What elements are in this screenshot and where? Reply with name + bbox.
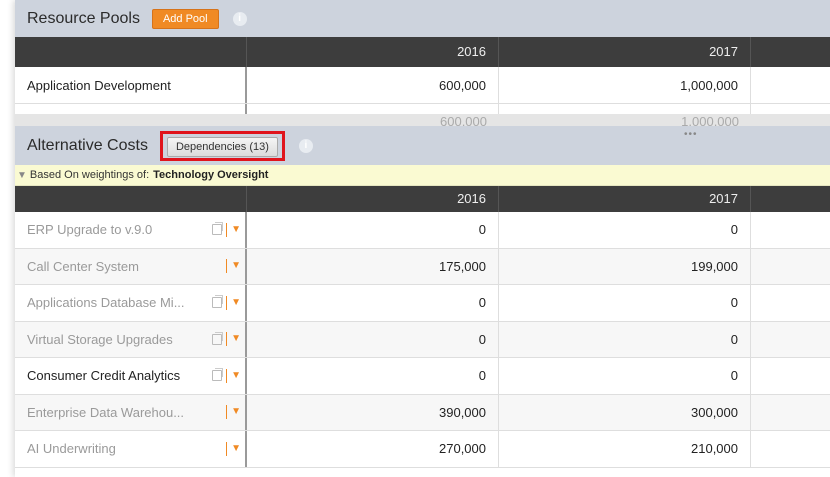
alternative-costs-header: Alternative Costs Dependencies (13) i <box>15 126 830 165</box>
cost-value-2016[interactable]: 390,000 <box>247 394 499 430</box>
chevron-down-icon[interactable]: ▼ <box>231 224 241 235</box>
filter-icon: ▼ <box>17 169 27 181</box>
filter-prefix: Based On weightings of: <box>29 169 150 181</box>
alternative-costs-title: Alternative Costs <box>27 136 148 154</box>
chevron-down-icon[interactable]: ▼ <box>231 443 241 454</box>
dependencies-highlight: Dependencies (13) <box>159 130 285 161</box>
filter-bar: ▼ Based On weightings of: Technology Ove… <box>15 165 830 186</box>
pool-value-2016[interactable]: 600,000 <box>247 67 499 103</box>
column-header-name <box>15 186 247 212</box>
row-actions: ▼ <box>226 259 241 274</box>
chevron-down-icon[interactable]: ▼ <box>231 261 241 271</box>
chevron-down-icon[interactable]: ▼ <box>231 370 241 381</box>
row-actions: ▼ <box>212 331 241 347</box>
pool-name[interactable]: Application Development <box>15 67 247 103</box>
alternative-name-cell[interactable]: Consumer Credit Analytics ▼ <box>15 358 247 394</box>
chevron-down-icon[interactable]: ▼ <box>231 297 241 308</box>
cost-value-2016[interactable]: 0 <box>247 212 499 248</box>
dependencies-button[interactable]: Dependencies (13) <box>166 136 278 157</box>
alternative-name[interactable]: AI Underwriting <box>27 441 116 456</box>
cost-value-2017[interactable]: 0 <box>499 212 751 248</box>
separator <box>226 441 228 456</box>
separator <box>226 295 228 310</box>
copy-icon[interactable] <box>212 222 224 236</box>
filter-value: Technology Oversight <box>153 169 269 181</box>
table-row[interactable]: Application Development 600,000 1,000,00… <box>15 67 830 104</box>
row-actions: ▼ <box>212 222 241 237</box>
separator <box>226 405 228 420</box>
cost-value-2016[interactable]: 175,000 <box>247 248 499 284</box>
cost-value-2016[interactable]: 270,000 <box>247 431 499 467</box>
cost-value-2017[interactable]: 0 <box>499 285 751 321</box>
alternative-name[interactable]: Virtual Storage Upgrades <box>27 332 173 347</box>
table-row[interactable]: Consumer Credit Analytics ▼ 0 0 <box>15 358 830 395</box>
row-actions: ▼ <box>226 441 241 456</box>
column-header-2017[interactable]: 2017 <box>499 186 751 212</box>
separator <box>226 368 228 383</box>
cost-value-2017[interactable]: 300,000 <box>499 394 751 430</box>
alternative-name[interactable]: Call Center System <box>27 259 139 274</box>
column-header-2016[interactable]: 2016 <box>247 186 499 212</box>
row-actions: ▼ <box>212 368 241 383</box>
separator <box>226 222 228 237</box>
column-header-2016[interactable]: 2016 <box>247 37 499 67</box>
cost-value-2017[interactable]: 199,000 <box>499 248 751 284</box>
alternative-name[interactable]: Enterprise Data Warehou... <box>27 405 184 420</box>
total-2017: 1,000,000 <box>681 114 739 127</box>
table-row[interactable]: Enterprise Data Warehou... ▼ 390,000 300,00… <box>15 394 830 431</box>
table-row[interactable]: ERP Upgrade to v.9.0 ▼ 0 0 <box>15 212 830 249</box>
table-row[interactable]: Applications Database Mi... ▼ 0 0 <box>15 285 830 322</box>
chevron-down-icon[interactable]: ▼ <box>231 334 241 344</box>
alternative-costs-rows: ERP Upgrade to v.9.0 ▼ 0 0 Call Center Syste… <box>15 212 830 468</box>
alternative-name-cell[interactable]: Call Center System ▼ <box>15 248 247 284</box>
alternative-name-cell[interactable]: Virtual Storage Upgrades ▼ <box>15 321 247 357</box>
table-row[interactable]: Virtual Storage Upgrades ▼ 0 0 <box>15 321 830 358</box>
alternative-name[interactable]: Applications Database Mi... <box>27 295 185 310</box>
main-panel: Resource Pools Add Pool i 2016 2017 Appl… <box>15 0 830 477</box>
alternative-name-cell[interactable]: ERP Upgrade to v.9.0 ▼ <box>15 212 247 248</box>
resource-pools-column-header: 2016 2017 <box>15 37 830 67</box>
copy-icon[interactable] <box>212 331 224 345</box>
cost-value-2016[interactable]: 0 <box>247 285 499 321</box>
alternative-name-cell[interactable]: Applications Database Mi... ▼ <box>15 285 247 321</box>
drag-handle[interactable]: ••• <box>684 129 698 140</box>
total-2016: 600,000 <box>440 114 487 127</box>
info-icon[interactable]: i <box>298 138 313 153</box>
info-icon[interactable]: i <box>232 11 247 26</box>
separator <box>226 259 228 274</box>
table-row[interactable]: Call Center System ▼ 175,000 199,000 <box>15 248 830 285</box>
cost-value-2017[interactable]: 0 <box>499 358 751 394</box>
resource-pools-header: Resource Pools Add Pool i <box>15 0 830 37</box>
row-actions: ▼ <box>226 405 241 420</box>
copy-icon[interactable] <box>212 368 224 382</box>
table-row[interactable]: AI Underwriting ▼ 270,000 210,000 <box>15 431 830 468</box>
add-pool-button[interactable]: Add Pool <box>151 8 219 29</box>
alternative-name-cell[interactable]: AI Underwriting ▼ <box>15 431 247 467</box>
column-header-2017[interactable]: 2017 <box>499 37 751 67</box>
chevron-down-icon[interactable]: ▼ <box>231 407 241 417</box>
alternative-costs-column-header: 2016 2017 <box>15 186 830 212</box>
resource-pools-title: Resource Pools <box>27 9 140 27</box>
alternative-name[interactable]: Consumer Credit Analytics <box>27 368 180 383</box>
cost-value-2017[interactable]: 0 <box>499 321 751 357</box>
spacer-row <box>15 104 830 114</box>
alternative-name-cell[interactable]: Enterprise Data Warehou... ▼ <box>15 394 247 430</box>
column-header-name <box>15 37 247 67</box>
cost-value-2016[interactable]: 0 <box>247 358 499 394</box>
row-actions: ▼ <box>212 295 241 310</box>
pool-value-2017[interactable]: 1,000,000 <box>499 67 751 103</box>
copy-icon[interactable] <box>212 295 224 309</box>
cost-value-2017[interactable]: 210,000 <box>499 431 751 467</box>
cost-value-2016[interactable]: 0 <box>247 321 499 357</box>
separator <box>226 332 228 347</box>
totals-row: 600,000 1,000,000 <box>15 114 830 126</box>
alternative-name[interactable]: ERP Upgrade to v.9.0 <box>27 222 152 237</box>
